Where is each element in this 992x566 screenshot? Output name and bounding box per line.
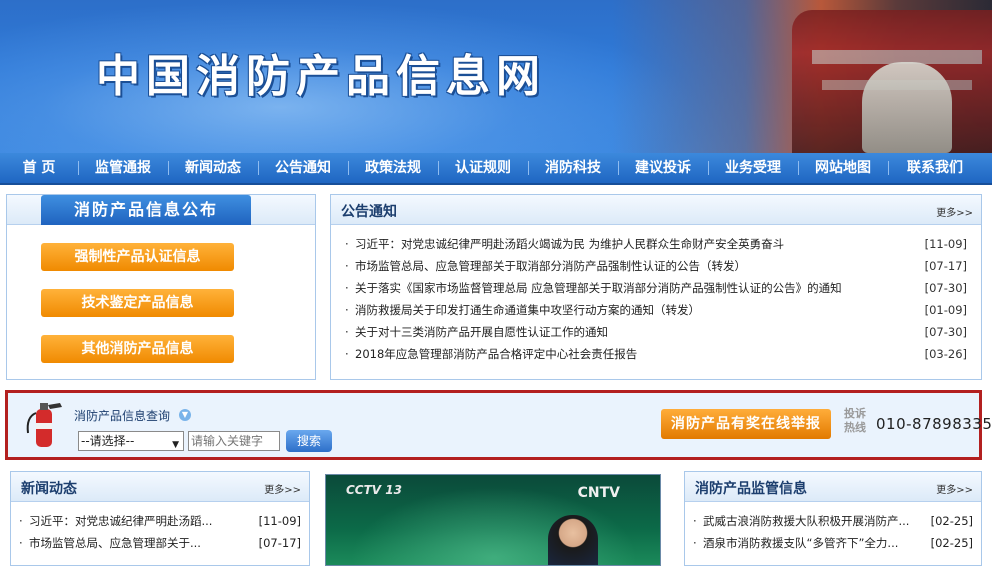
list-item[interactable]: 关于对十三类消防产品开展自愿性认证工作的通知 [07-30]: [345, 321, 975, 343]
list-item[interactable]: 市场监管总局、应急管理部关于... [07-17]: [19, 532, 303, 554]
nav-item-supervision[interactable]: 监管通报: [78, 153, 168, 183]
news-title: 市场监管总局、应急管理部关于取消部分消防产品强制性认证的公告（转发）: [355, 259, 746, 273]
nav-item-technology[interactable]: 消防科技: [528, 153, 618, 183]
nav-item-notices[interactable]: 公告通知: [258, 153, 348, 183]
search-button[interactable]: 搜索: [286, 430, 332, 452]
list-item[interactable]: 习近平：对党忠诚纪律严明赴汤蹈... [11-09]: [19, 510, 303, 532]
news-panel: 新闻动态 更多>> 习近平：对党忠诚纪律严明赴汤蹈... [11-09] 市场监管…: [10, 471, 310, 566]
category-select-value: --请选择--: [81, 434, 135, 448]
news-title: 消防救援局关于印发打通生命通道集中攻坚行动方案的通知（转发）: [355, 303, 700, 317]
news-date: [11-09]: [258, 514, 301, 528]
search-strip: 消防产品信息查询 ▼ --请选择-- ▼ 搜索 消防产品有奖在线举报 投诉热线 …: [5, 390, 992, 460]
fire-extinguisher-icon: [26, 403, 62, 447]
news-title: 酒泉市消防救援支队“多管齐下”全力...: [703, 536, 899, 550]
news-date: [01-09]: [924, 303, 967, 317]
list-item[interactable]: 消防救援局关于印发打通生命通道集中攻坚行动方案的通知（转发） [01-09]: [345, 299, 975, 321]
news-title: 2018年应急管理部消防产品合格评定中心社会责任报告: [355, 347, 638, 361]
notice-header: 公告通知 更多>>: [331, 195, 981, 225]
news-title: 习近平：对党忠诚纪律严明赴汤蹈...: [29, 514, 213, 528]
online-report-button[interactable]: 消防产品有奖在线举报: [661, 409, 831, 439]
mandatory-cert-button[interactable]: 强制性产品认证信息: [41, 243, 234, 271]
caret-down-icon: ▼: [172, 440, 179, 450]
site-title: 中国消防产品信息网: [96, 51, 546, 102]
nav-item-cert-rules[interactable]: 认证规则: [438, 153, 528, 183]
notice-more-link[interactable]: 更多>>: [936, 204, 973, 219]
news-date: [02-25]: [930, 514, 973, 528]
nav-item-sitemap[interactable]: 网站地图: [798, 153, 888, 183]
presenter-image: [548, 515, 598, 565]
news-date: [07-30]: [924, 325, 967, 339]
list-item[interactable]: 关于落实《国家市场监督管理总局 应急管理部关于取消部分消防产品强制性认证的公告》…: [345, 277, 975, 299]
firefighter-image: [862, 62, 952, 153]
supervision-panel: 消防产品监管信息 更多>> 武威古浪消防救援大队积极开展消防产... [02-25…: [684, 471, 982, 566]
supervision-list: 武威古浪消防救援大队积极开展消防产... [02-25] 酒泉市消防救援支队“多管…: [693, 510, 975, 554]
nav-item-services[interactable]: 业务受理: [708, 153, 798, 183]
news-title: 武威古浪消防救援大队积极开展消防产...: [703, 514, 910, 528]
news-date: [03-26]: [924, 347, 967, 361]
news-date: [07-17]: [924, 259, 967, 273]
video-player[interactable]: CCTV 13 CNTV: [325, 474, 661, 566]
news-more-link[interactable]: 更多>>: [264, 481, 301, 496]
nav-item-contact[interactable]: 联系我们: [888, 153, 982, 183]
supervision-title: 消防产品监管信息: [695, 481, 807, 497]
news-date: [11-09]: [924, 237, 967, 251]
search-label: 消防产品信息查询: [74, 409, 171, 423]
hotline-label: 投诉热线: [844, 407, 866, 434]
site-banner: 中国消防产品信息网: [0, 0, 992, 153]
news-date: [07-30]: [924, 281, 967, 295]
list-item[interactable]: 2018年应急管理部消防产品合格评定中心社会责任报告 [03-26]: [345, 343, 975, 365]
list-item[interactable]: 酒泉市消防救援支队“多管齐下”全力... [02-25]: [693, 532, 975, 554]
list-item[interactable]: 市场监管总局、应急管理部关于取消部分消防产品强制性认证的公告（转发） [07-17…: [345, 255, 975, 277]
news-date: [07-17]: [258, 536, 301, 550]
nav-item-complaints[interactable]: 建议投诉: [618, 153, 708, 183]
news-title: 关于对十三类消防产品开展自愿性认证工作的通知: [355, 325, 608, 339]
category-select[interactable]: --请选择-- ▼: [78, 431, 184, 451]
product-info-title: 消防产品信息公布: [41, 195, 251, 225]
product-info-header: 消防产品信息公布: [7, 195, 315, 225]
notice-title: 公告通知: [341, 204, 397, 220]
news-list: 习近平：对党忠诚纪律严明赴汤蹈... [11-09] 市场监管总局、应急管理部关于…: [19, 510, 303, 554]
news-header: 新闻动态 更多>>: [11, 472, 309, 502]
supervision-header: 消防产品监管信息 更多>>: [685, 472, 981, 502]
product-info-box: 消防产品信息公布 强制性产品认证信息 技术鉴定产品信息 其他消防产品信息: [6, 194, 316, 380]
cctv-logo: CCTV 13: [346, 483, 402, 497]
news-panel-title: 新闻动态: [21, 481, 77, 497]
keyword-input[interactable]: [188, 431, 280, 451]
hotline-number: 010-87898335: [876, 415, 992, 433]
notice-list: 习近平：对党忠诚纪律严明赴汤蹈火竭诚为民 为维护人民群众生命财产安全英勇奋斗 [1…: [345, 233, 975, 365]
news-title: 关于落实《国家市场监督管理总局 应急管理部关于取消部分消防产品强制性认证的公告》…: [355, 281, 842, 295]
nav-item-home[interactable]: 首 页: [0, 153, 78, 183]
tech-appraisal-button[interactable]: 技术鉴定产品信息: [41, 289, 234, 317]
news-title: 习近平：对党忠诚纪律严明赴汤蹈火竭诚为民 为维护人民群众生命财产安全英勇奋斗: [355, 237, 785, 251]
other-products-button[interactable]: 其他消防产品信息: [41, 335, 234, 363]
nav-item-news[interactable]: 新闻动态: [168, 153, 258, 183]
news-title: 市场监管总局、应急管理部关于...: [29, 536, 201, 550]
news-date: [02-25]: [930, 536, 973, 550]
notice-panel: 公告通知 更多>> 习近平：对党忠诚纪律严明赴汤蹈火竭诚为民 为维护人民群众生命…: [330, 194, 982, 380]
list-item[interactable]: 习近平：对党忠诚纪律严明赴汤蹈火竭诚为民 为维护人民群众生命财产安全英勇奋斗 [1…: [345, 233, 975, 255]
chevron-down-icon[interactable]: ▼: [179, 409, 191, 421]
supervision-more-link[interactable]: 更多>>: [936, 481, 973, 496]
list-item[interactable]: 武威古浪消防救援大队积极开展消防产... [02-25]: [693, 510, 975, 532]
nav-item-policy[interactable]: 政策法规: [348, 153, 438, 183]
cntv-logo: CNTV: [577, 485, 620, 501]
main-nav: 首 页 监管通报 新闻动态 公告通知 政策法规 认证规则 消防科技 建议投诉 业…: [0, 153, 992, 185]
